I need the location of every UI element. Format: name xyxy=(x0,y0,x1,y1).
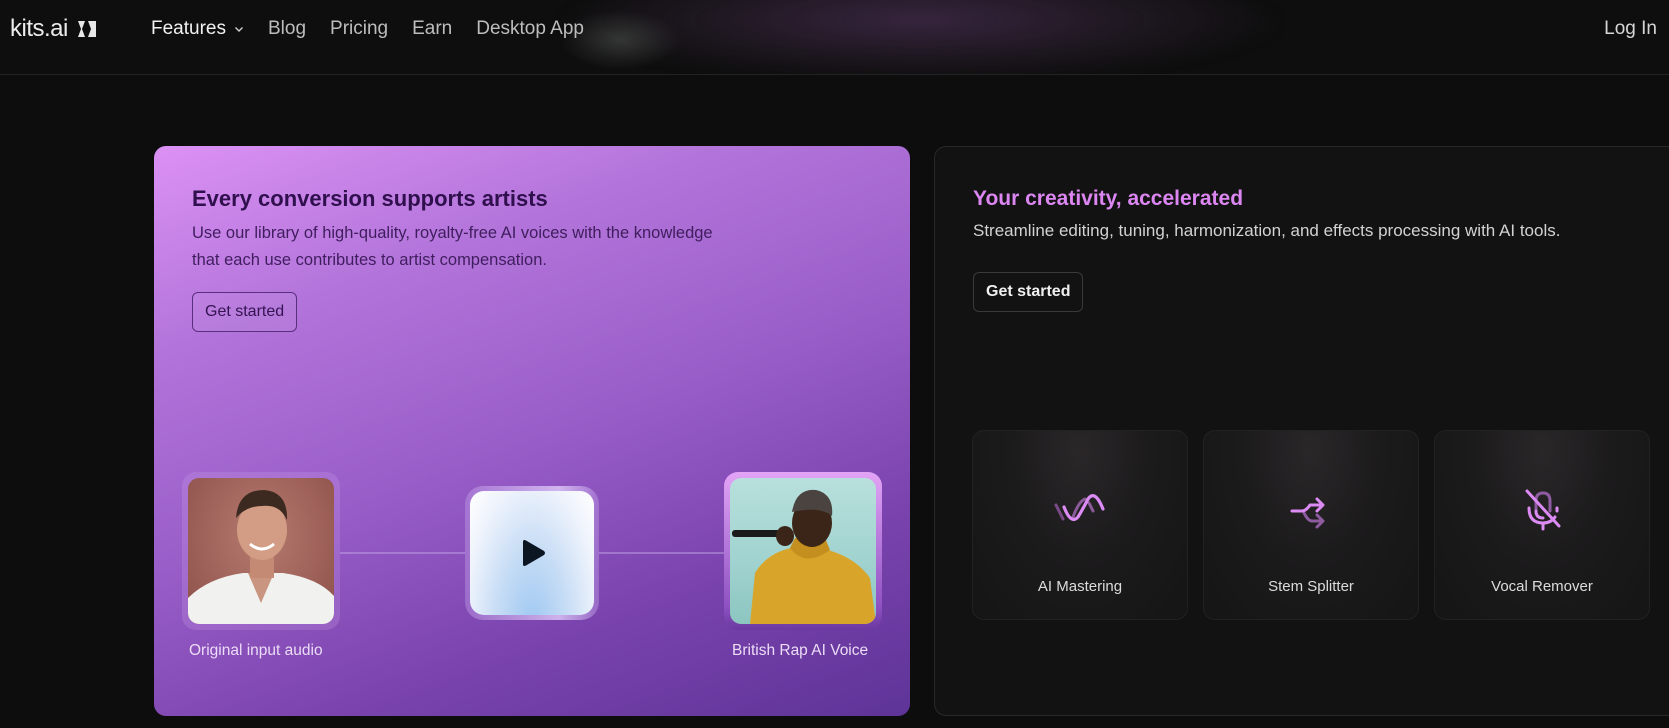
top-nav: kits.ai Features Blog Pricing Earn Deskt… xyxy=(0,0,1669,75)
nav-link-blog[interactable]: Blog xyxy=(268,18,306,40)
nav-link-features-label: Features xyxy=(151,18,226,39)
input-audio-avatar[interactable] xyxy=(182,472,340,630)
output-voice-caption: British Rap AI Voice xyxy=(732,642,869,659)
nav-link-pricing[interactable]: Pricing xyxy=(330,18,388,40)
mic-off-icon xyxy=(1525,489,1561,531)
input-audio-caption: Original input audio xyxy=(189,642,323,659)
person-illustration xyxy=(188,490,334,624)
nav-links: Features Blog Pricing Earn Desktop App xyxy=(151,18,608,40)
connector-line xyxy=(340,552,465,554)
nav-link-desktop-app[interactable]: Desktop App xyxy=(476,18,584,40)
ai-tools-card: Your creativity, accelerated Streamline … xyxy=(934,146,1669,716)
play-button-face xyxy=(470,491,594,615)
voice-conversion-card: Every conversion supports artists Use ou… xyxy=(154,146,910,716)
output-artist-photo xyxy=(730,478,876,624)
tool-label: Vocal Remover xyxy=(1491,578,1593,595)
card-title: Every conversion supports artists xyxy=(192,186,548,211)
chevron-down-icon xyxy=(234,27,243,32)
card-title: Your creativity, accelerated xyxy=(973,187,1244,210)
tool-stem-splitter[interactable]: Stem Splitter xyxy=(1203,430,1419,620)
card-description: Use our library of high-quality, royalty… xyxy=(192,224,713,269)
tool-ai-mastering[interactable]: AI Mastering xyxy=(972,430,1188,620)
play-icon xyxy=(523,540,545,566)
nav-link-features[interactable]: Features xyxy=(151,18,244,40)
logo-mark-icon xyxy=(77,21,96,37)
output-voice-avatar[interactable] xyxy=(724,472,882,630)
split-arrows-icon xyxy=(1290,497,1325,529)
tool-label: AI Mastering xyxy=(1037,578,1123,595)
login-link[interactable]: Log In xyxy=(1604,18,1657,40)
play-button[interactable] xyxy=(465,486,599,620)
nav-link-earn[interactable]: Earn xyxy=(412,18,452,40)
connector-line xyxy=(599,552,724,554)
rapper-illustration xyxy=(732,489,876,624)
tool-vocal-remover[interactable]: Vocal Remover xyxy=(1434,430,1650,620)
card-description: Streamline editing, tuning, harmonizatio… xyxy=(973,221,1561,240)
input-artist-photo xyxy=(188,478,334,624)
get-started-button[interactable]: Get started xyxy=(973,272,1084,312)
wave-icon xyxy=(1054,494,1105,521)
tool-label: Stem Splitter xyxy=(1268,578,1354,595)
logo-text: kits.ai xyxy=(10,15,68,42)
get-started-button[interactable]: Get started xyxy=(192,292,298,332)
logo[interactable]: kits.ai xyxy=(10,15,98,43)
